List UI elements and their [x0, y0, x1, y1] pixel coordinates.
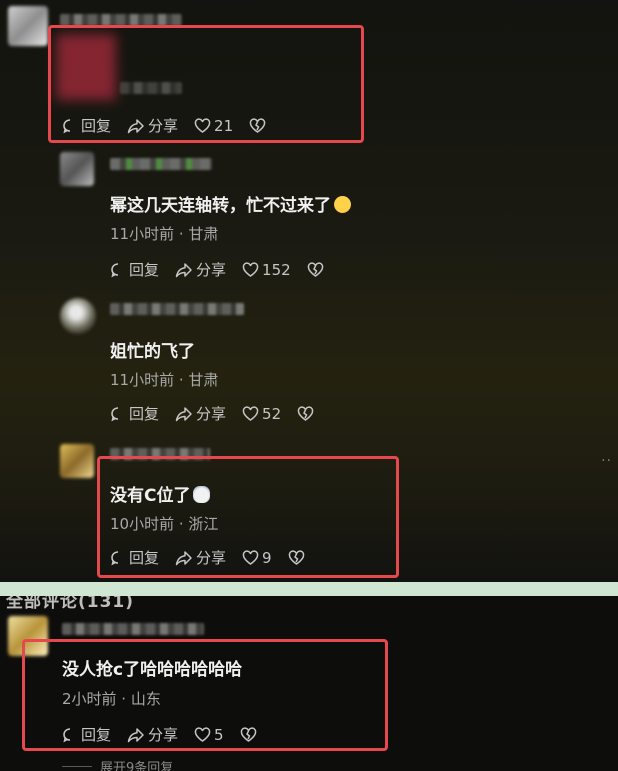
like-button[interactable]: 152 [242, 261, 291, 279]
all-comments-panel: 全部评论(131) 没人抢c了哈哈哈哈哈哈 2小时前 · 山东 回复 分享 5 … [0, 596, 618, 771]
highlight-box [22, 639, 388, 751]
avatar[interactable] [60, 152, 94, 186]
expand-divider [62, 766, 92, 767]
like-button[interactable]: 52 [242, 405, 281, 423]
broken-heart-icon [307, 261, 323, 277]
expand-replies-button[interactable]: 展开9条回复 [100, 757, 173, 771]
reply-text: 姐忙的飞了 [110, 342, 195, 362]
username-blurred[interactable] [110, 158, 212, 170]
reply-actions: 回复 分享 52 [110, 403, 333, 424]
laughing-crying-emoji [334, 196, 351, 213]
avatar[interactable] [8, 6, 48, 46]
reply-meta: 11小时前 · 甘肃 [110, 371, 219, 389]
share-label: 分享 [196, 261, 227, 279]
reply-label: 回复 [129, 261, 160, 279]
reply-button[interactable]: 回复 [110, 259, 159, 280]
broken-heart-icon [297, 405, 314, 421]
speech-bubble-icon [111, 262, 119, 277]
share-label: 分享 [196, 405, 227, 423]
heart-icon [242, 405, 259, 421]
speech-bubble-icon [111, 406, 119, 421]
like-count: 52 [262, 404, 282, 423]
reply-actions: 回复 分享 152 [110, 259, 343, 280]
username-blurred[interactable] [62, 623, 204, 635]
avatar[interactable] [60, 444, 94, 478]
share-button[interactable]: 分享 [175, 259, 226, 280]
highlight-box [97, 456, 399, 578]
comment-thread-panel: 回复 分享 21 幂这几天连轴转，忙不过来了 11小时前 · 甘肃 回复 分享 [0, 0, 618, 582]
reply-meta: 11小时前 · 甘肃 [110, 225, 219, 243]
reply-button[interactable]: 回复 [110, 403, 159, 424]
share-button[interactable]: 分享 [175, 403, 226, 424]
more-options-icon[interactable]: ·· [601, 453, 612, 469]
section-title: 全部评论(131) [6, 596, 135, 612]
reply-text: 幂这几天连轴转，忙不过来了 [110, 191, 351, 216]
share-arrow-icon [175, 262, 192, 277]
dislike-button[interactable] [307, 261, 327, 278]
highlight-box [48, 25, 364, 143]
dislike-button[interactable] [297, 405, 317, 422]
like-count: 152 [262, 260, 291, 279]
username-blurred[interactable] [110, 303, 244, 315]
avatar[interactable] [60, 298, 96, 334]
heart-icon [242, 261, 259, 277]
screenshot-divider [0, 582, 618, 596]
share-arrow-icon [175, 406, 192, 421]
reply-label: 回复 [129, 405, 160, 423]
